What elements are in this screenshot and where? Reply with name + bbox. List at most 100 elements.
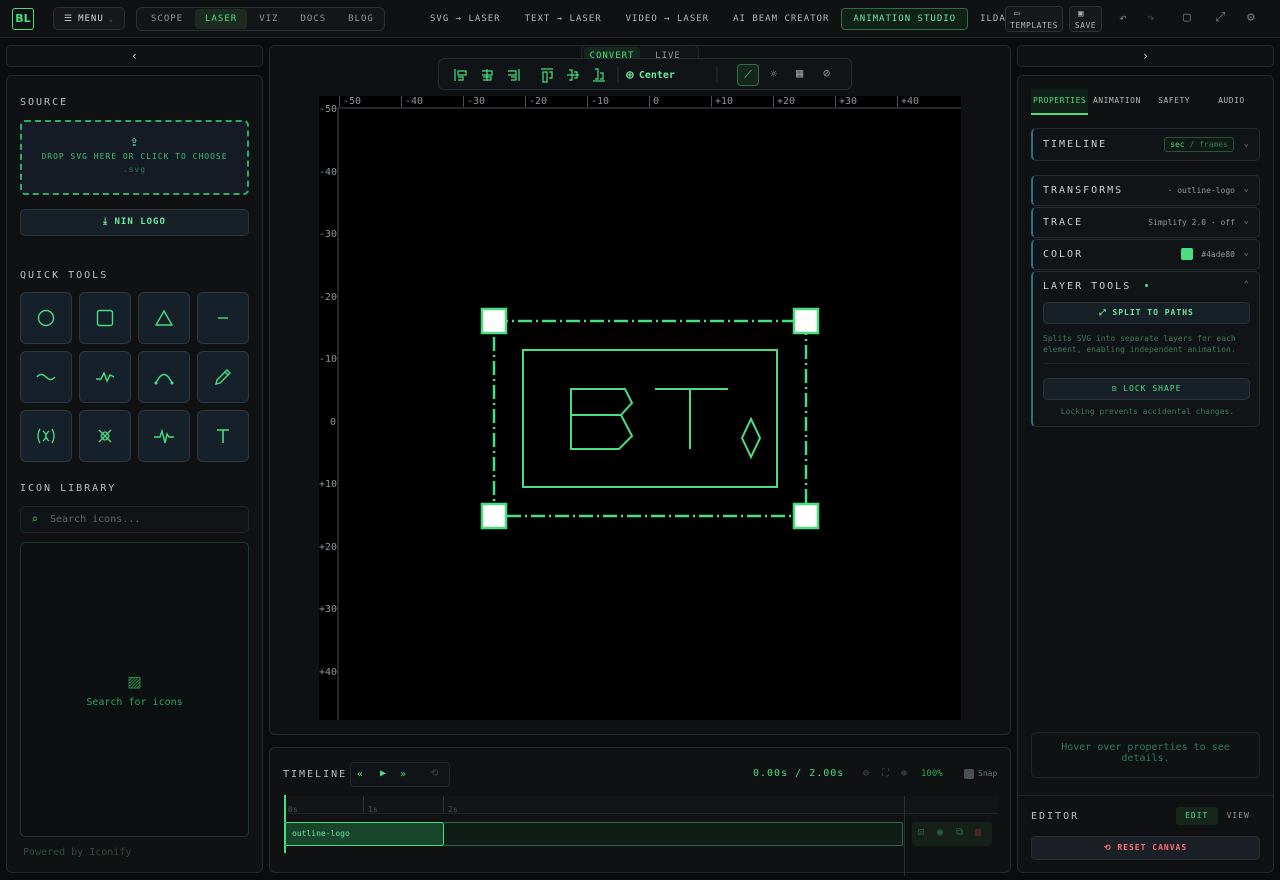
ruler-toggle-icon[interactable]: ⟋ bbox=[737, 64, 759, 86]
redo-icon[interactable]: ↷ bbox=[1147, 11, 1155, 26]
chevron-down-icon: ⌄ bbox=[1243, 139, 1249, 149]
laser-canvas[interactable]: -50 -40 -30 -20 -10 0 +10 +20 +30 +40 -50 -40 -30 -2… bbox=[319, 96, 961, 720]
tool-tabs: SVG → LASER TEXT → LASER VIDEO → LASER A… bbox=[418, 8, 1063, 30]
arc-tool-icon[interactable] bbox=[138, 351, 190, 403]
pencil-tool-icon[interactable] bbox=[197, 351, 249, 403]
tab-svg-laser[interactable]: SVG → LASER bbox=[418, 8, 513, 30]
y-ruler-tick: +30 bbox=[319, 604, 338, 615]
duplicate-icon[interactable]: ⧉ bbox=[956, 827, 963, 838]
canvas-toolbar: ⊕ Center ⟋ ☼ ▦ ⊘ bbox=[438, 58, 852, 90]
loop-icon[interactable]: ⟲ bbox=[430, 768, 438, 779]
selection-handles bbox=[480, 307, 820, 530]
eye-icon[interactable]: ◉ bbox=[937, 827, 943, 838]
trash-icon[interactable]: ▥ bbox=[975, 827, 981, 838]
snap-checkbox[interactable] bbox=[964, 769, 974, 779]
tab-audio[interactable]: AUDIO bbox=[1203, 89, 1260, 115]
x-ruler-tick: +20 bbox=[773, 96, 795, 107]
tab-video-laser[interactable]: VIDEO → LASER bbox=[614, 8, 721, 30]
save-label: SAVE bbox=[1074, 21, 1097, 30]
tab-animation[interactable]: ANIMATION bbox=[1088, 89, 1145, 115]
zoom-in-icon[interactable]: ⊕ bbox=[901, 768, 907, 779]
timeline-clip[interactable]: outline-logo bbox=[285, 822, 444, 846]
unit-frames[interactable]: frames bbox=[1199, 140, 1228, 149]
unit-toggle[interactable]: sec / frames bbox=[1164, 137, 1234, 152]
nav-viz[interactable]: VIZ bbox=[249, 9, 288, 29]
wave-tool-icon[interactable] bbox=[20, 351, 72, 403]
trace-section[interactable]: TRACE Simplify 2.0 · off ⌄ bbox=[1031, 207, 1260, 238]
center-button[interactable]: ⊕ Center bbox=[626, 68, 675, 83]
chat-icon[interactable]: ▢ bbox=[1183, 10, 1191, 25]
collapse-left-button[interactable]: ‹ bbox=[6, 45, 263, 67]
fast-forward-icon[interactable]: » bbox=[400, 769, 406, 780]
svg-dropzone[interactable]: ⇪ DROP SVG HERE OR CLICK TO CHOOSE .svg bbox=[20, 120, 249, 195]
nav-laser[interactable]: LASER bbox=[195, 9, 248, 29]
lock-icon[interactable]: ⊡ bbox=[918, 827, 924, 838]
time-separator: / bbox=[795, 768, 803, 779]
templates-label: TEMPLATES bbox=[1010, 21, 1058, 30]
transforms-label: TRANSFORMS bbox=[1043, 185, 1124, 196]
zigzag-tool-icon[interactable] bbox=[79, 351, 131, 403]
fit-icon[interactable]: ⛶ bbox=[882, 768, 889, 779]
save-button[interactable]: ▣ SAVE bbox=[1069, 6, 1102, 32]
timeline-label: TIMELINE bbox=[1043, 139, 1108, 150]
icon-search-input[interactable]: ⌕ Search icons... bbox=[20, 506, 249, 533]
snap-label: Snap bbox=[978, 769, 998, 778]
gear-icon[interactable]: ⚙ bbox=[1247, 10, 1255, 25]
templates-button[interactable]: ▭ TEMPLATES bbox=[1005, 6, 1063, 32]
unit-separator: / bbox=[1189, 140, 1195, 149]
split-icon: ⤢ bbox=[1099, 308, 1107, 317]
tab-properties[interactable]: PROPERTIES bbox=[1031, 89, 1089, 115]
hamburger-icon: ☰ bbox=[64, 13, 74, 24]
unit-sec[interactable]: sec bbox=[1170, 140, 1184, 149]
expand-icon[interactable]: ⤢ bbox=[1215, 10, 1225, 25]
zoom-out-icon[interactable]: ⊖ bbox=[863, 768, 869, 779]
lock-label: LOCK SHAPE bbox=[1123, 384, 1182, 393]
split-to-paths-button[interactable]: ⤢ SPLIT TO PATHS bbox=[1043, 302, 1250, 324]
app-logo[interactable]: BL bbox=[12, 8, 34, 30]
timeline-ruler: 0s 1s 2s bbox=[284, 796, 998, 876]
text-tool-icon[interactable] bbox=[197, 410, 249, 462]
play-icon[interactable]: ▶ bbox=[380, 768, 386, 779]
tab-animation-studio[interactable]: ANIMATION STUDIO bbox=[841, 8, 969, 30]
square-tool-icon[interactable] bbox=[79, 292, 131, 344]
source-title: SOURCE bbox=[20, 97, 69, 108]
nav-blog[interactable]: BLOG bbox=[338, 9, 384, 29]
star-tool-icon[interactable] bbox=[79, 410, 131, 462]
nin-logo-button[interactable]: ⤓ NIN LOGO bbox=[20, 209, 249, 236]
tab-text-laser[interactable]: TEXT → LASER bbox=[513, 8, 614, 30]
line-tool-icon[interactable] bbox=[197, 292, 249, 344]
triangle-tool-icon[interactable] bbox=[138, 292, 190, 344]
tab-ai-beam-creator[interactable]: AI BEAM CREATOR bbox=[721, 8, 841, 30]
time-readout: 0.00s / 2.00s bbox=[753, 768, 844, 779]
color-swatch[interactable] bbox=[1181, 248, 1193, 260]
rewind-icon[interactable]: « bbox=[357, 769, 363, 780]
lissajous-tool-icon[interactable] bbox=[20, 410, 72, 462]
clip-actions: ⊡ ◉ ⧉ ▥ bbox=[912, 822, 992, 846]
link-icon[interactable]: ⊘ bbox=[823, 66, 830, 80]
circle-tool-icon[interactable] bbox=[20, 292, 72, 344]
time-current: 0.00s bbox=[753, 768, 789, 779]
chevron-up-icon[interactable]: ⌃ bbox=[1244, 280, 1249, 290]
color-section[interactable]: COLOR #4ade80 ⌄ bbox=[1031, 239, 1260, 270]
chevron-down-icon: ⌄ bbox=[108, 14, 114, 23]
tab-safety[interactable]: SAFETY bbox=[1146, 89, 1203, 115]
reset-canvas-button[interactable]: ⟲ RESET CANVAS bbox=[1031, 836, 1260, 860]
view-button[interactable]: VIEW bbox=[1218, 807, 1260, 825]
timeline-section[interactable]: TIMELINE sec / frames ⌄ bbox=[1031, 128, 1260, 161]
grid-icon[interactable]: ▦ bbox=[796, 66, 803, 80]
menu-button[interactable]: ☰ MENU ⌄ bbox=[53, 7, 125, 30]
transforms-value: · outline-logo bbox=[1167, 186, 1235, 195]
edit-button[interactable]: EDIT bbox=[1176, 807, 1218, 825]
collapse-right-button[interactable]: › bbox=[1017, 45, 1274, 67]
brightness-icon[interactable]: ☼ bbox=[770, 67, 777, 81]
nin-logo-label: NIN LOGO bbox=[114, 217, 166, 227]
transforms-section[interactable]: TRANSFORMS · outline-logo ⌄ bbox=[1031, 175, 1260, 206]
pulse-tool-icon[interactable] bbox=[138, 410, 190, 462]
timeline-title: TIMELINE bbox=[283, 769, 348, 780]
trace-value: Simplify 2.0 · off bbox=[1148, 218, 1235, 227]
nav-scope[interactable]: SCOPE bbox=[141, 9, 193, 29]
lock-shape-button[interactable]: ⊡ LOCK SHAPE bbox=[1043, 378, 1250, 400]
nav-docs[interactable]: DOCS bbox=[290, 9, 336, 29]
folder-icon: ▭ bbox=[1014, 9, 1020, 19]
undo-icon[interactable]: ↶ bbox=[1119, 11, 1127, 26]
